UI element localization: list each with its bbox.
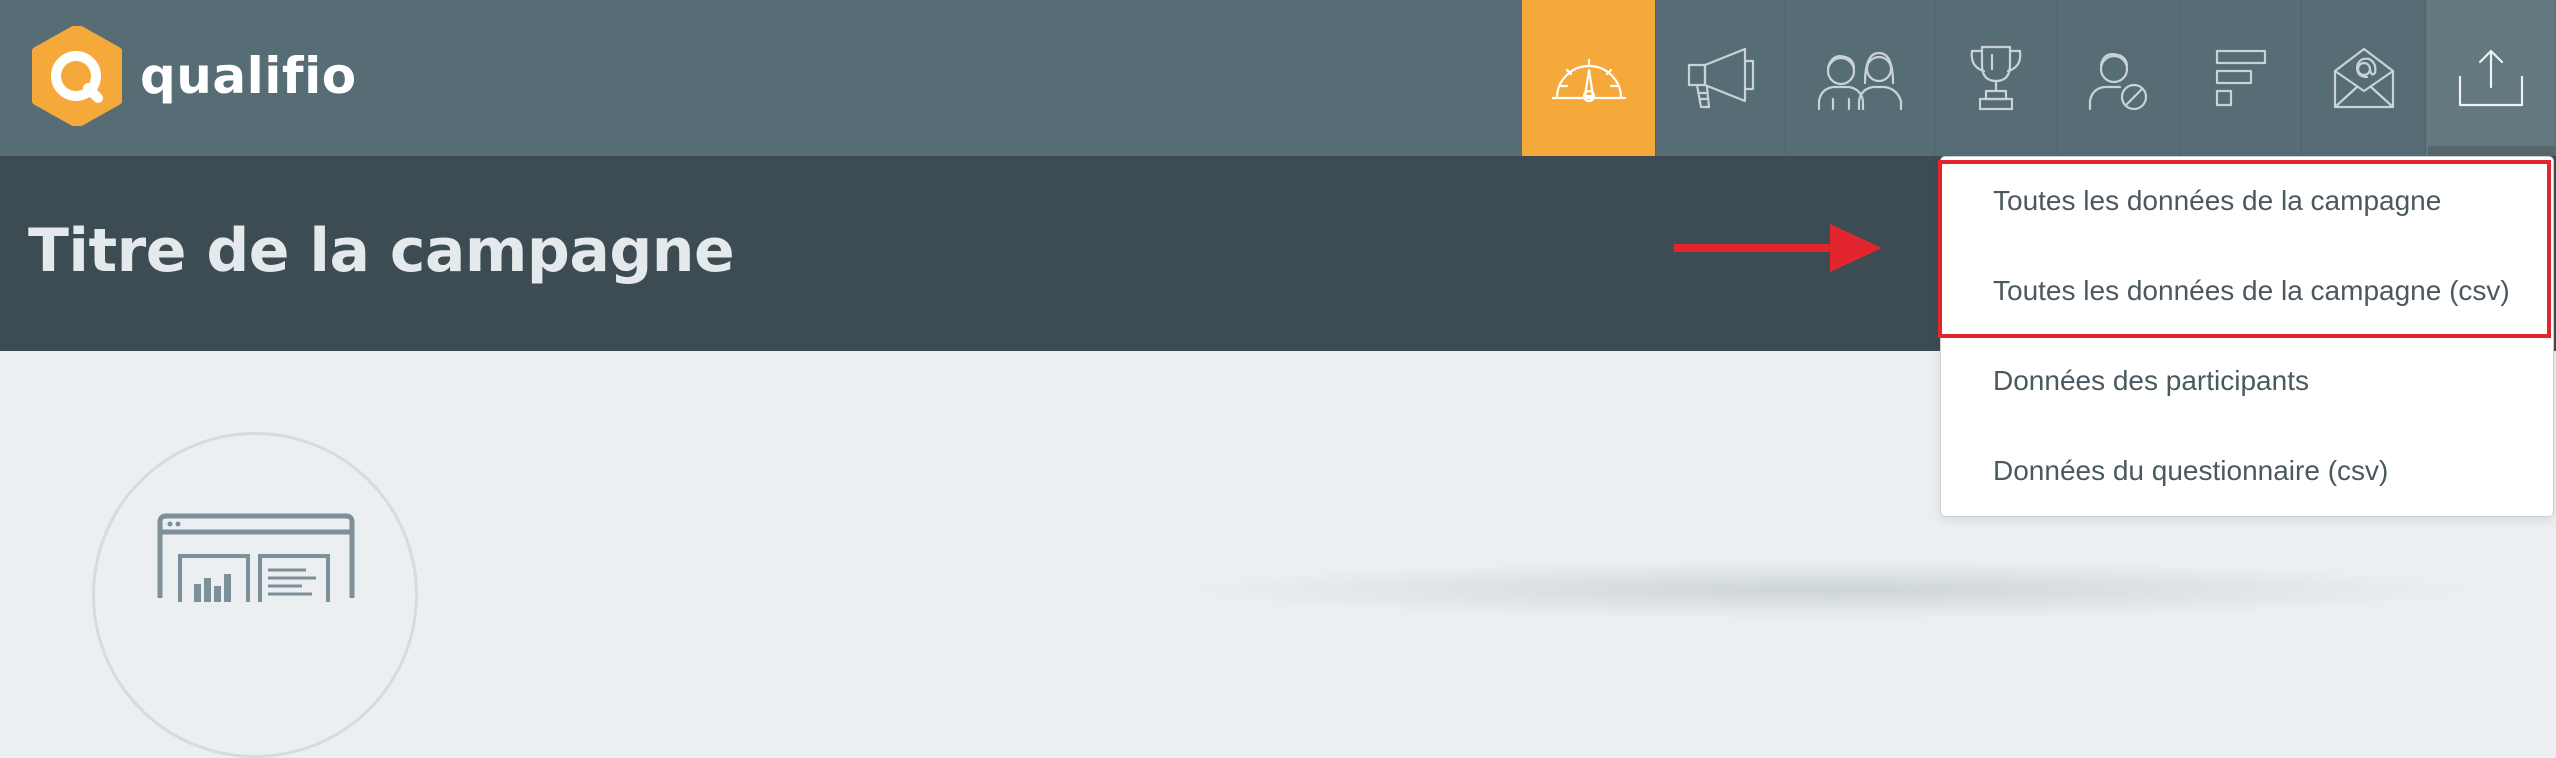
export-questionnaire-data-csv[interactable]: Données du questionnaire (csv) xyxy=(1993,455,2388,487)
qualifio-logo-icon xyxy=(32,26,122,126)
nav-dashboard[interactable] xyxy=(1522,0,1655,156)
nav-participants[interactable] xyxy=(1785,0,1934,156)
annotation-highlight-box xyxy=(1938,160,2551,338)
nav-steps[interactable] xyxy=(2179,0,2301,156)
export-participants-data[interactable]: Données des participants xyxy=(1993,365,2309,397)
qualifio-logo[interactable]: qualifio xyxy=(30,26,357,126)
email-icon xyxy=(2333,47,2394,109)
trophy-icon xyxy=(1970,45,2022,111)
content-card-shadow xyxy=(1180,560,2480,620)
participants-icon xyxy=(1817,51,1903,111)
steps-flow-icon xyxy=(2215,49,2266,107)
top-navigation-bar: qualifio xyxy=(0,0,2556,156)
megaphone-icon xyxy=(1687,47,1754,109)
dashboard-browser-icon xyxy=(157,513,355,602)
brand-name: qualifio xyxy=(140,47,357,105)
dashboard-gauge-icon xyxy=(1551,58,1626,103)
annotation-arrow-icon xyxy=(1674,224,1882,272)
nav-export[interactable] xyxy=(2425,0,2555,156)
nav-campaign[interactable] xyxy=(1655,0,1785,156)
nav-prizes[interactable] xyxy=(1934,0,2057,156)
page-title: Titre de la campagne xyxy=(28,216,735,286)
nav-blacklist[interactable] xyxy=(2057,0,2179,156)
export-upload-icon xyxy=(2458,49,2523,107)
nav-email[interactable] xyxy=(2301,0,2425,156)
user-blocked-icon xyxy=(2088,53,2147,111)
main-nav-icons xyxy=(1522,0,2555,156)
